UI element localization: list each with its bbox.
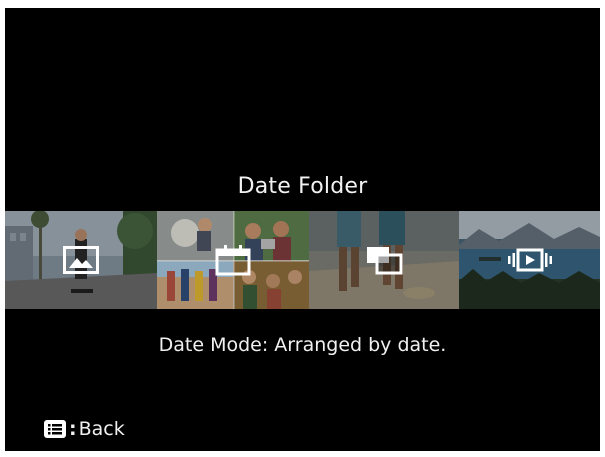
back-label: Back [78, 418, 125, 440]
back-separator: : [69, 418, 77, 440]
view-mode-movie[interactable] [459, 211, 600, 309]
picture-icon [63, 246, 99, 274]
view-mode-multi-image[interactable] [309, 211, 459, 309]
back-hint[interactable]: : Back [43, 418, 125, 440]
view-mode-strip [5, 211, 600, 309]
screen-title: Date Folder [237, 174, 368, 199]
mode-description: Date Mode: Arranged by date. [158, 334, 447, 356]
view-mode-date-folder[interactable] [157, 211, 309, 309]
calendar-icon [215, 245, 251, 276]
camera-screen: Date Folder Date Mode: Arranged by date.… [5, 8, 600, 451]
filmstrip-play-icon [507, 248, 552, 272]
view-mode-single-image[interactable] [5, 211, 157, 309]
stacked-pictures-icon [367, 247, 403, 275]
menu-key-icon [44, 420, 66, 438]
